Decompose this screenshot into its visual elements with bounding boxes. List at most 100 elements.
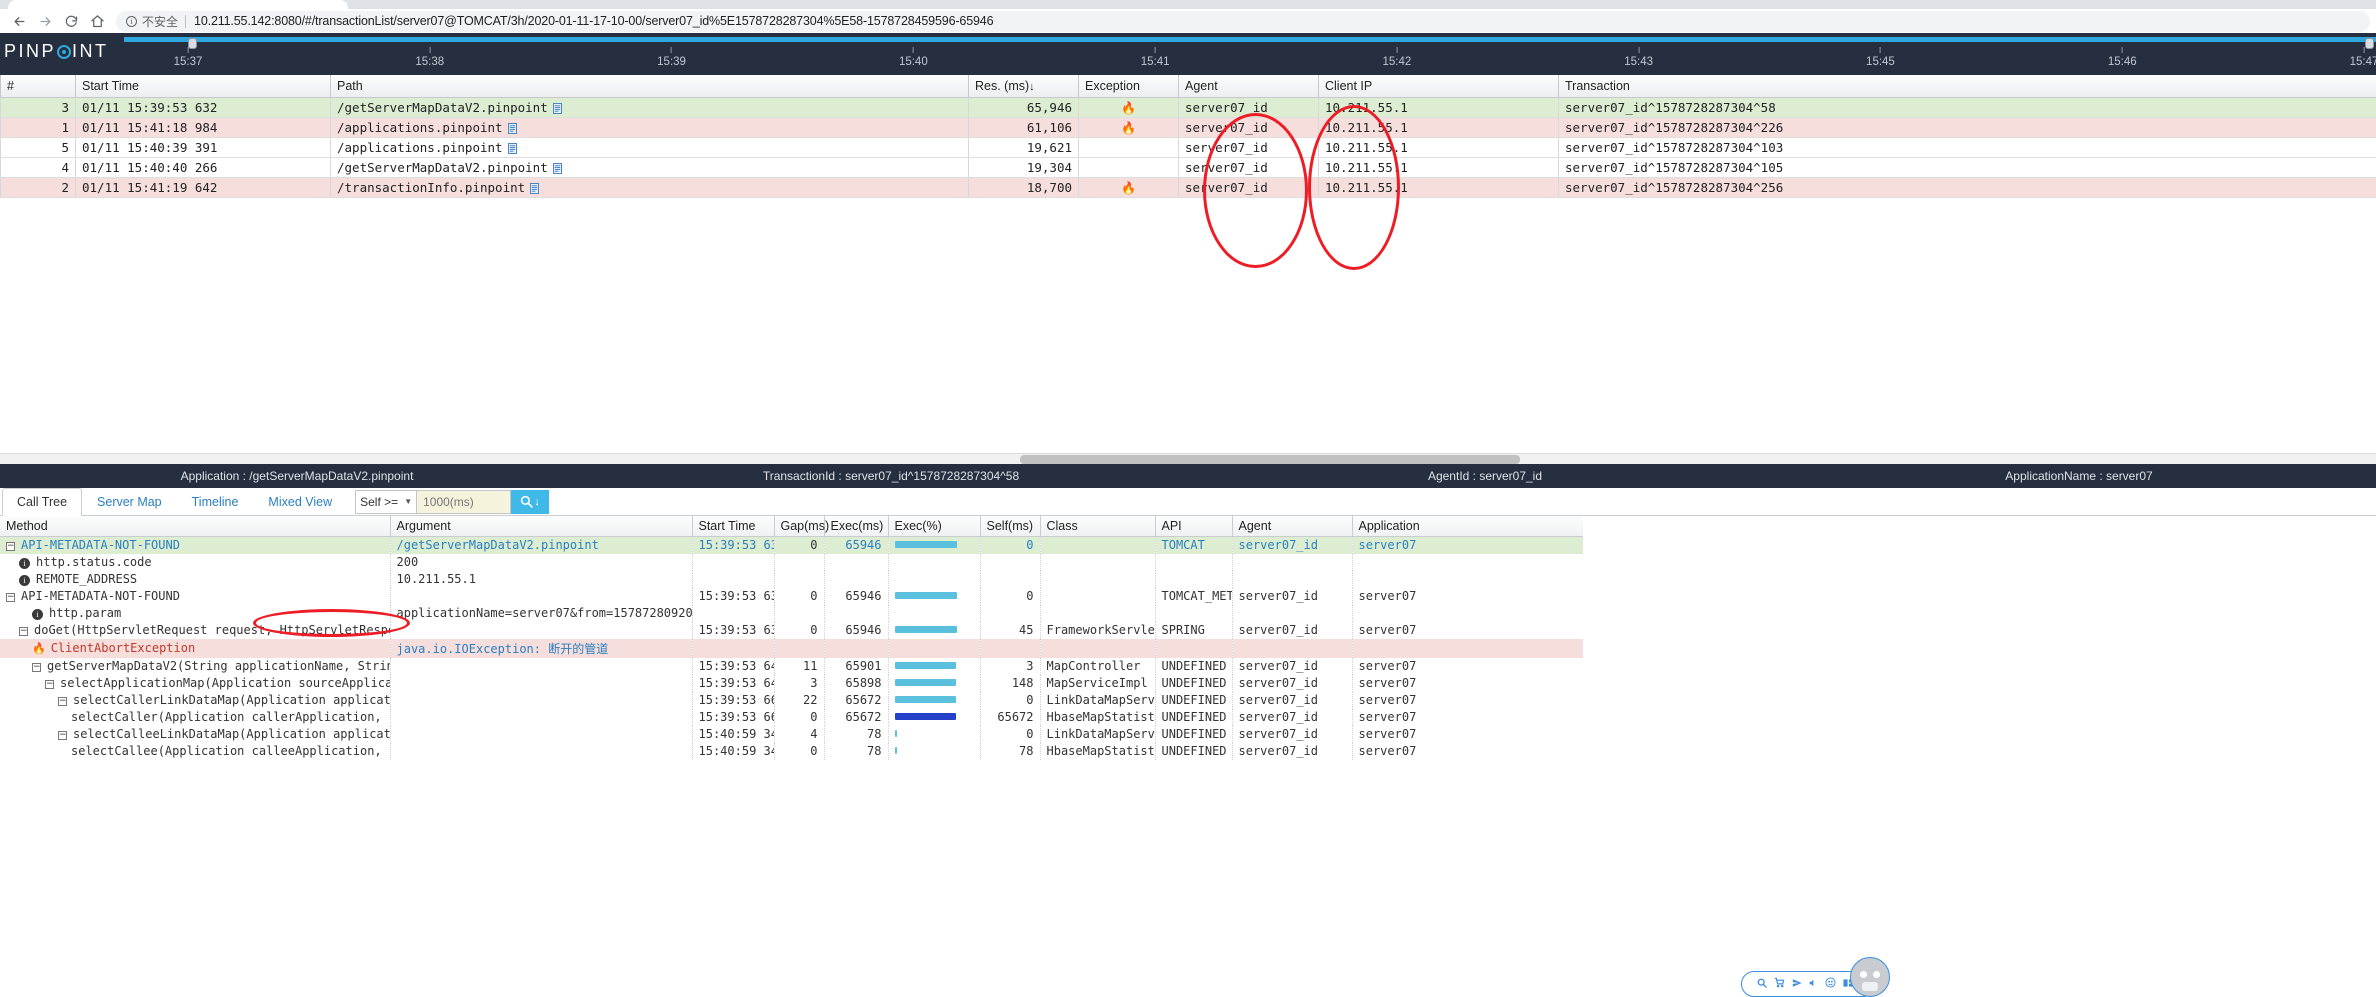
expander-collapse-icon[interactable]: −	[58, 731, 67, 740]
ct-col-exec-ms[interactable]: Exec(ms)	[824, 516, 888, 537]
site-info-icon[interactable]: i	[126, 16, 137, 27]
col-exception[interactable]: Exception	[1079, 75, 1179, 98]
table-row[interactable]: 101/11 15:41:18 984/applications.pinpoin…	[1, 118, 2376, 138]
call-tree-row[interactable]: −API-METADATA-NOT-FOUND/getServerMapData…	[0, 537, 1583, 554]
self-threshold-select[interactable]: Self >= ▼	[355, 490, 417, 514]
expander-collapse-icon[interactable]: −	[19, 627, 28, 636]
detail-doc-icon[interactable]	[553, 103, 562, 114]
filter-search-button[interactable]: ↓	[511, 490, 549, 514]
detail-doc-icon[interactable]	[508, 123, 517, 134]
transaction-table-body: 301/11 15:39:53 632/getServerMapDataV2.p…	[1, 98, 2376, 198]
cell-class: MapController	[1040, 658, 1155, 675]
call-tree-row[interactable]: selectCallee(Application calleeApplicati…	[0, 743, 1583, 760]
call-tree-row[interactable]: −getServerMapDataV2(String applicationNa…	[0, 658, 1583, 675]
table-row[interactable]: 301/11 15:39:53 632/getServerMapDataV2.p…	[1, 98, 2376, 118]
cell-gap	[774, 571, 824, 588]
cell-agent: server07_id	[1179, 98, 1319, 118]
col-transaction[interactable]: Transaction	[1559, 75, 2376, 98]
reload-icon[interactable]	[58, 10, 84, 32]
send-icon[interactable]	[1792, 978, 1802, 991]
info-application-name: ApplicationName : server07	[1782, 469, 2376, 483]
detail-doc-icon[interactable]	[553, 163, 562, 174]
ct-col-agent[interactable]: Agent	[1232, 516, 1352, 537]
scrollbar-thumb[interactable]	[1020, 455, 1520, 464]
tab-call-tree[interactable]: Call Tree	[2, 488, 82, 516]
expander-collapse-icon[interactable]: −	[45, 680, 54, 689]
call-tree-row[interactable]: ihttp.paramapplicationName=server07&from…	[0, 605, 1583, 622]
col-client-ip[interactable]: Client IP	[1319, 75, 1559, 98]
cell-exec-percent	[888, 675, 980, 692]
home-icon[interactable]	[84, 10, 110, 32]
browser-tab-active[interactable]	[8, 0, 348, 9]
call-tree-row[interactable]: −API-METADATA-NOT-FOUND15:39:53 63206594…	[0, 588, 1583, 605]
call-tree-row[interactable]: 🔥ClientAbortExceptionjava.io.IOException…	[0, 639, 1583, 658]
tab-server-map[interactable]: Server Map	[82, 488, 177, 515]
col-start-time[interactable]: Start Time	[76, 75, 331, 98]
col-number[interactable]: #	[1, 75, 76, 98]
search-icon[interactable]	[1757, 978, 1767, 991]
detail-doc-icon[interactable]	[508, 143, 517, 154]
col-res-ms[interactable]: Res. (ms)↓	[969, 75, 1079, 98]
expander-collapse-icon[interactable]: −	[58, 697, 67, 706]
ct-col-argument[interactable]: Argument	[390, 516, 692, 537]
call-tree-row[interactable]: −selectApplicationMap(Application source…	[0, 675, 1583, 692]
table-row[interactable]: 401/11 15:40:40 266/getServerMapDataV2.p…	[1, 158, 2376, 178]
cell-class	[1040, 588, 1155, 605]
col-agent[interactable]: Agent	[1179, 75, 1319, 98]
call-tree-row[interactable]: iREMOTE_ADDRESS10.211.55.1	[0, 571, 1583, 588]
forward-arrow-icon[interactable]	[32, 10, 58, 32]
call-tree-section: Method Argument Start Time Gap(ms) Exec(…	[0, 516, 1583, 760]
ct-col-method[interactable]: Method	[0, 516, 390, 537]
ct-col-start-time[interactable]: Start Time	[692, 516, 774, 537]
method-label: selectCalleeLinkDataMap(Application appl…	[73, 727, 390, 741]
call-tree-row[interactable]: selectCaller(Application callerApplicati…	[0, 709, 1583, 726]
tab-timeline[interactable]: Timeline	[177, 488, 254, 515]
cell-self-ms	[980, 605, 1040, 622]
robot-avatar-icon[interactable]	[1850, 957, 1890, 997]
call-tree-row[interactable]: −selectCallerLinkDataMap(Application app…	[0, 692, 1583, 709]
table-row[interactable]: 201/11 15:41:19 642/transactionInfo.pinp…	[1, 178, 2376, 198]
ct-col-self-ms[interactable]: Self(ms)	[980, 516, 1040, 537]
timeline-tick: 15:40	[899, 47, 928, 68]
cell-transaction: server07_id^1578728287304^103	[1559, 138, 2376, 158]
ct-col-gap[interactable]: Gap(ms)	[774, 516, 824, 537]
ct-col-class[interactable]: Class	[1040, 516, 1155, 537]
cell-response-time: 19,304	[969, 158, 1079, 178]
back-arrow-icon[interactable]	[6, 10, 32, 32]
threshold-ms-input[interactable]	[417, 490, 511, 514]
expander-collapse-icon[interactable]: −	[32, 663, 41, 672]
call-tree-row[interactable]: −selectCalleeLinkDataMap(Application app…	[0, 726, 1583, 743]
cell-exec-percent	[888, 658, 980, 675]
sound-icon[interactable]	[1808, 978, 1818, 991]
col-path[interactable]: Path	[331, 75, 969, 98]
smiley-icon[interactable]	[1825, 977, 1836, 991]
address-bar[interactable]: i 不安全 10.211.55.142:8080/#/transactionLi…	[116, 11, 2370, 32]
chat-widget[interactable]	[1741, 957, 1890, 997]
cell-self-ms: 0	[980, 588, 1040, 605]
cell-argument	[390, 622, 692, 639]
tab-mixed-view[interactable]: Mixed View	[253, 488, 347, 515]
tick-label: 15:42	[1382, 56, 1411, 68]
expander-collapse-icon[interactable]: −	[6, 593, 15, 602]
detail-doc-icon[interactable]	[530, 183, 539, 194]
ct-col-application[interactable]: Application	[1352, 516, 1583, 537]
cell-self-ms: 65672	[980, 709, 1040, 726]
exec-percent-bar	[895, 696, 956, 703]
call-tree-row[interactable]: −doGet(HttpServletRequest request, HttpS…	[0, 622, 1583, 639]
ct-col-exec-pct[interactable]: Exec(%)	[888, 516, 980, 537]
cell-start-time: 15:39:53 668	[692, 709, 774, 726]
tick-mark	[913, 47, 914, 53]
chat-toolbar[interactable]	[1741, 971, 1866, 997]
time-slider-track[interactable]	[124, 37, 2376, 42]
expander-collapse-icon[interactable]: −	[6, 542, 15, 551]
cart-icon[interactable]	[1774, 977, 1785, 991]
table-row[interactable]: 501/11 15:40:39 391/applications.pinpoin…	[1, 138, 2376, 158]
horizontal-scrollbar[interactable]	[0, 453, 2376, 464]
cell-class: LinkDataMapServ…	[1040, 692, 1155, 709]
cell-gap: 11	[774, 658, 824, 675]
call-tree-row[interactable]: ihttp.status.code200	[0, 554, 1583, 571]
ct-col-api[interactable]: API	[1155, 516, 1232, 537]
cell-exec-ms: 65672	[824, 709, 888, 726]
cell-self-ms: 0	[980, 537, 1040, 554]
cell-start-time: 15:40:59 344	[692, 743, 774, 760]
